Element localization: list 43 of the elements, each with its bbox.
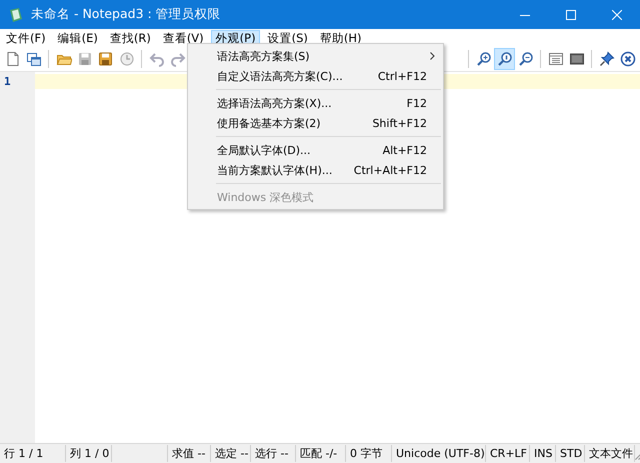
status-field: 选定 -- [211,445,251,462]
clock-icon [118,51,134,67]
floppy-disks-icon [98,51,114,67]
status-field: CR+LF [486,445,530,462]
menu-option[interactable]: 全局默认字体(D)... Alt+F12 [188,140,443,160]
screen-icon [568,51,584,67]
window-panel-icon [548,51,564,67]
window-title: 未命名 - Notepad3 : 管理员权限 [31,6,222,23]
menu-option[interactable]: 当前方案默认字体(H)... Ctrl+Alt+F12 [188,160,443,180]
status-field: INS [530,445,556,462]
menu-item[interactable]: 查看(V) [158,30,208,46]
document-icon [4,51,20,67]
zoom-in-icon [476,51,492,67]
menu-option[interactable]: 语法高亮方案集(S) [188,46,443,66]
zoom-reset-button[interactable] [494,48,515,70]
menu-item[interactable]: 文件(F) [1,30,50,46]
status-field: 文本文件 [585,445,635,462]
menu-option[interactable]: 使用备选基本方案(2) Shift+F12 [188,113,443,133]
redo-icon [170,51,186,67]
status-field: 求值 -- [167,445,211,462]
undo-icon [148,51,164,67]
line-number: 1 [3,75,12,89]
zoom-reset-icon [496,51,512,67]
status-field: 选行 -- [251,445,296,462]
menu-option[interactable]: 选择语法高亮方案(X)... F12 [188,93,443,113]
status-field: 0 字节 [346,445,392,462]
menu-item[interactable]: 帮助(H) [314,30,366,46]
menu-item[interactable]: 编辑(E) [52,30,102,46]
status-field: Unicode (UTF-8) [392,445,486,462]
windows-icon [26,51,42,67]
maximize-icon [566,10,576,20]
status-field: 匹配 -/- [296,445,346,462]
close-circle-icon [620,51,636,67]
status-field: STD [556,445,585,462]
menu-item[interactable]: 查找(R) [104,30,155,46]
pin-icon [598,51,614,67]
status-field: 列 1 / 0 [66,445,112,462]
menu-item[interactable]: 设置(S) [262,30,312,46]
status-field: 行 1 / 1 [0,445,66,462]
zoom-out-icon [518,51,534,67]
menu-option[interactable]: 自定义语法高亮方案(C)... Ctrl+F12 [188,66,443,86]
notepad-icon [8,6,24,22]
close-icon [612,10,622,20]
